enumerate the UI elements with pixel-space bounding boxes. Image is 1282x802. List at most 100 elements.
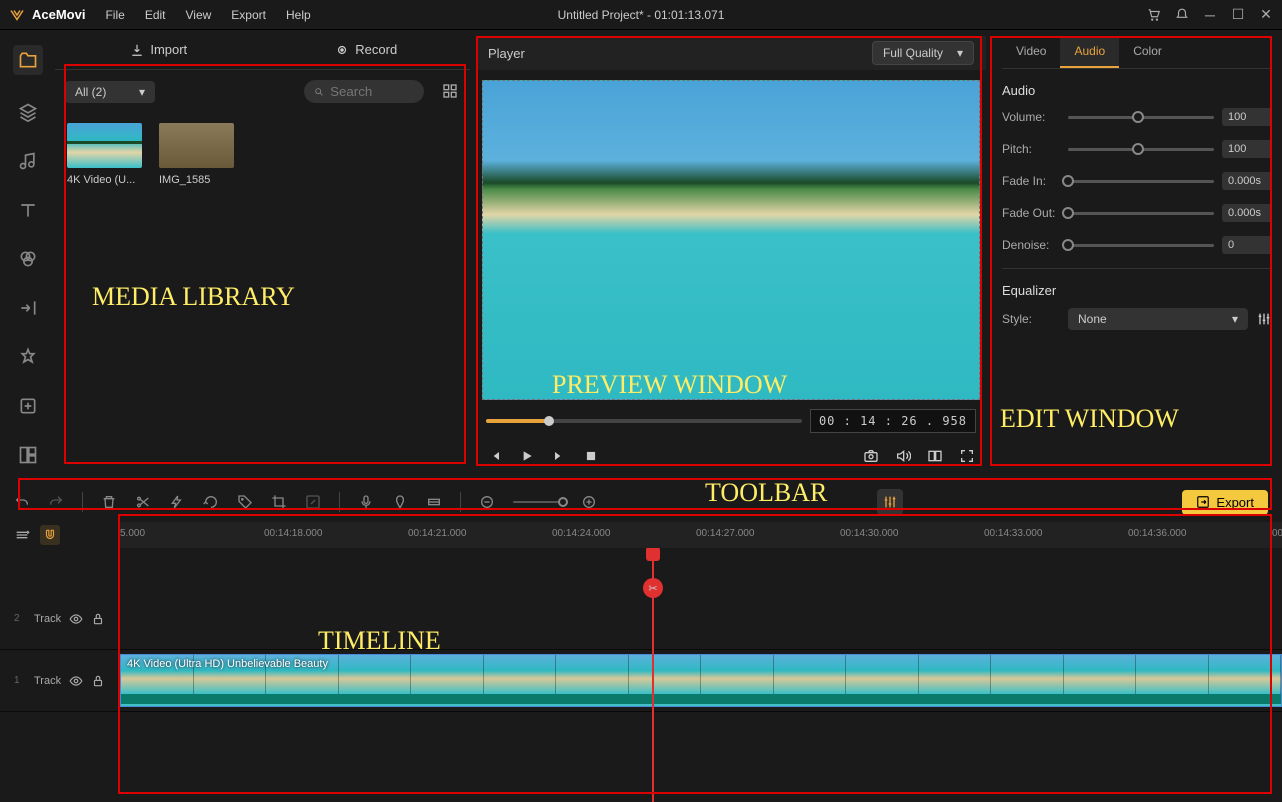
quality-dropdown[interactable]: Full Quality ▾	[872, 41, 974, 65]
edit-button[interactable]	[305, 494, 321, 510]
delete-button[interactable]	[101, 494, 117, 510]
eye-icon[interactable]	[69, 674, 83, 688]
timeline-clip[interactable]: 4K Video (Ultra HD) Unbelievable Beauty	[120, 654, 1282, 707]
export-rail-icon[interactable]	[16, 394, 40, 418]
cart-icon[interactable]	[1146, 7, 1162, 23]
media-thumbnail	[159, 123, 234, 168]
audio-rail-icon[interactable]	[16, 149, 40, 173]
split-rail-icon[interactable]	[16, 443, 40, 467]
menu-help[interactable]: Help	[276, 4, 321, 26]
media-filter-dropdown[interactable]: All (2) ▾	[65, 81, 155, 103]
media-item[interactable]: 4K Video (U...	[67, 123, 147, 186]
minimize-button[interactable]: ─	[1202, 7, 1218, 23]
search-input[interactable]	[330, 84, 414, 99]
filters-rail-icon[interactable]	[16, 247, 40, 271]
rotate-button[interactable]	[203, 494, 219, 510]
magnet-icon[interactable]	[40, 525, 60, 545]
seek-thumb[interactable]	[544, 416, 554, 426]
quality-value: Full Quality	[883, 46, 943, 60]
ruler-tick: 00:14:30.000	[840, 522, 984, 548]
record-tab[interactable]: Record	[263, 30, 471, 69]
fullscreen-icon[interactable]	[958, 447, 976, 465]
timeline-settings-button[interactable]	[877, 489, 903, 515]
ruler-tick: 00:14:27.000	[696, 522, 840, 548]
marker-button[interactable]	[392, 494, 408, 510]
bell-icon[interactable]	[1174, 7, 1190, 23]
import-tab[interactable]: Import	[55, 30, 263, 69]
export-icon	[1196, 495, 1210, 509]
speed-button[interactable]	[169, 494, 185, 510]
volume-icon[interactable]	[894, 447, 912, 465]
add-track-icon[interactable]	[14, 527, 30, 543]
maximize-button[interactable]: ☐	[1230, 7, 1246, 23]
fadein-value[interactable]: 0.000s	[1222, 172, 1272, 190]
tab-color[interactable]: Color	[1119, 36, 1176, 68]
elements-rail-icon[interactable]	[16, 345, 40, 369]
fadeout-slider[interactable]	[1068, 212, 1214, 215]
play-button[interactable]	[518, 447, 536, 465]
fadeout-label: Fade Out:	[1002, 206, 1060, 220]
zoom-out-button[interactable]	[479, 494, 495, 510]
fit-button[interactable]	[426, 494, 442, 510]
zoom-slider[interactable]	[513, 501, 563, 503]
layers-rail-icon[interactable]	[16, 100, 40, 124]
eq-style-dropdown[interactable]: None ▾	[1068, 308, 1248, 330]
menu-export[interactable]: Export	[221, 4, 276, 26]
transitions-rail-icon[interactable]	[16, 296, 40, 320]
grid-view-icon[interactable]	[442, 83, 460, 101]
pitch-slider[interactable]	[1068, 148, 1214, 151]
lock-icon[interactable]	[91, 612, 105, 626]
seek-bar[interactable]	[486, 419, 802, 423]
preview-canvas[interactable]	[482, 80, 980, 400]
close-button[interactable]: ✕	[1258, 7, 1274, 23]
next-frame-button[interactable]	[550, 447, 568, 465]
timeline: 5.000 00:14:18.000 00:14:21.000 00:14:24…	[0, 522, 1282, 802]
track-content[interactable]	[120, 588, 1282, 649]
crop-button[interactable]	[271, 494, 287, 510]
undo-button[interactable]	[14, 494, 30, 510]
export-button[interactable]: Export	[1182, 490, 1268, 515]
media-item[interactable]: IMG_1585	[159, 123, 239, 186]
eye-icon[interactable]	[69, 612, 83, 626]
playhead[interactable]: ✂	[652, 548, 654, 802]
denoise-value[interactable]: 0	[1222, 236, 1272, 254]
ruler-tick: 00:14:39.0	[1272, 522, 1282, 548]
stop-button[interactable]	[582, 447, 600, 465]
lock-icon[interactable]	[91, 674, 105, 688]
tab-video[interactable]: Video	[1002, 36, 1060, 68]
pitch-value[interactable]: 100	[1222, 140, 1272, 158]
volume-slider[interactable]	[1068, 116, 1214, 119]
chevron-down-icon: ▾	[1232, 312, 1238, 326]
tag-button[interactable]	[237, 494, 253, 510]
compare-icon[interactable]	[926, 447, 944, 465]
track-content[interactable]: 4K Video (Ultra HD) Unbelievable Beauty	[120, 650, 1282, 711]
volume-value[interactable]: 100	[1222, 108, 1272, 126]
zoom-in-button[interactable]	[581, 494, 597, 510]
eq-settings-icon[interactable]	[1256, 311, 1272, 327]
player-panel: Player Full Quality ▾ 00 : 14 : 26 . 958	[470, 30, 992, 482]
menu-edit[interactable]: Edit	[135, 4, 176, 26]
text-rail-icon[interactable]	[16, 198, 40, 222]
app-name: AceMovi	[32, 7, 85, 22]
tab-audio[interactable]: Audio	[1060, 36, 1119, 68]
import-icon	[130, 43, 144, 57]
fadeout-value[interactable]: 0.000s	[1222, 204, 1272, 222]
media-panel: Import Record All (2) ▾ 4K Video (U...	[55, 30, 470, 482]
search-input-wrap[interactable]	[304, 80, 424, 103]
media-rail-icon[interactable]	[13, 45, 43, 75]
divider	[1002, 268, 1272, 269]
app-logo-icon	[8, 6, 26, 24]
fadein-slider[interactable]	[1068, 180, 1214, 183]
denoise-label: Denoise:	[1002, 238, 1060, 252]
prev-frame-button[interactable]	[486, 447, 504, 465]
menu-view[interactable]: View	[176, 4, 222, 26]
snapshot-icon[interactable]	[862, 447, 880, 465]
timeline-ruler[interactable]: 5.000 00:14:18.000 00:14:21.000 00:14:24…	[0, 522, 1282, 548]
voiceover-button[interactable]	[358, 494, 374, 510]
menu-file[interactable]: File	[95, 4, 134, 26]
track-label: Track	[34, 613, 61, 625]
redo-button[interactable]	[48, 494, 64, 510]
split-at-playhead-icon[interactable]: ✂	[643, 578, 663, 598]
split-button[interactable]	[135, 494, 151, 510]
denoise-slider[interactable]	[1068, 244, 1214, 247]
